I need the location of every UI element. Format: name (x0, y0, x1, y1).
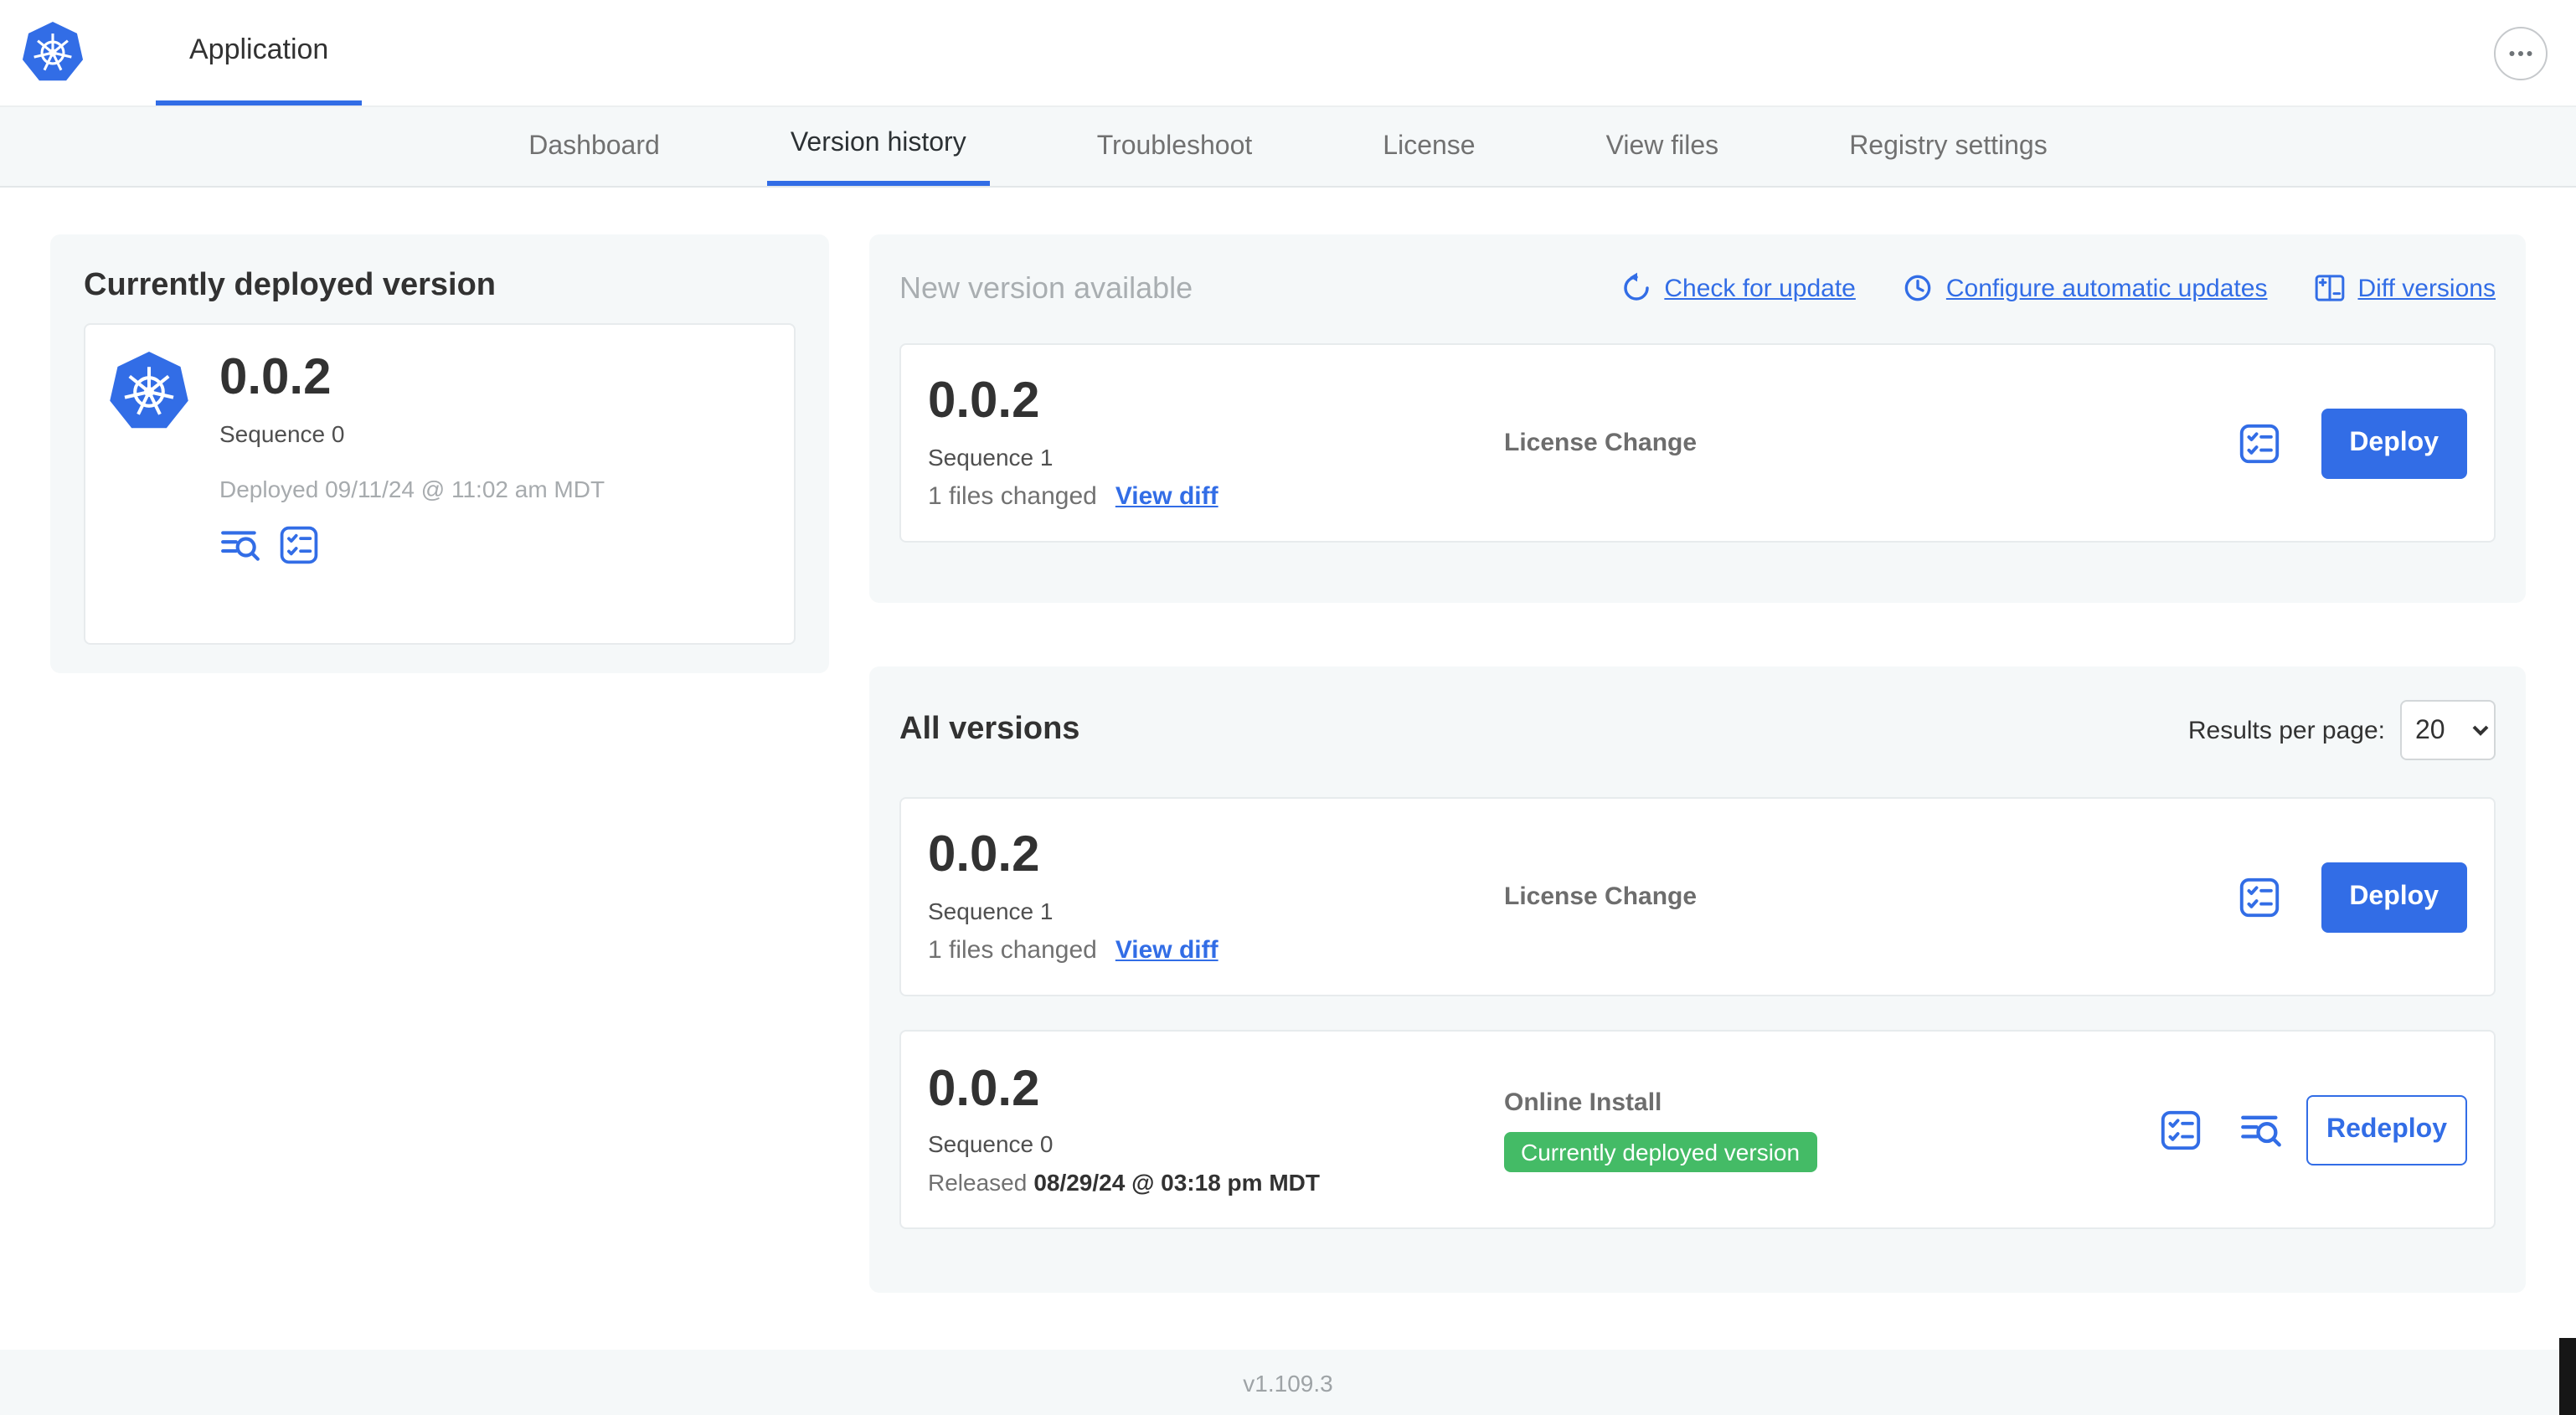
new-version-header: New version available Check for update C… (899, 268, 2496, 308)
scrollbar-thumb[interactable] (2559, 1338, 2576, 1415)
release-notes-icon[interactable] (219, 523, 261, 565)
tab-version-history[interactable]: Version history (766, 107, 990, 186)
version-source-block: License Change (1504, 882, 2237, 911)
new-version-panel: New version available Check for update C… (869, 234, 2526, 603)
config-checklist-icon[interactable] (2159, 1108, 2202, 1151)
version-source-block: Online Install Currently deployed versio… (1504, 1088, 2159, 1171)
current-version-number: 0.0.2 (219, 350, 332, 405)
more-options-button[interactable] (2494, 26, 2548, 80)
version-history-column: New version available Check for update C… (869, 234, 2526, 1293)
version-info-block: 0.0.2 Sequence 1 1 files changed View di… (928, 827, 1504, 965)
version-number: 0.0.2 (928, 1061, 1040, 1117)
version-source-block: License Change (1504, 429, 2237, 457)
diff-versions-label: Diff versions (2357, 274, 2496, 302)
version-number: 0.0.2 (928, 827, 1040, 883)
update-actions: Check for update Configure automatic upd… (1619, 271, 2496, 305)
version-sequence: Sequence 1 (928, 897, 1054, 924)
deploy-button[interactable]: Deploy (2321, 408, 2467, 478)
check-for-update-label: Check for update (1664, 274, 1856, 302)
released-line: Released 08/29/24 @ 03:18 pm MDT (928, 1170, 1504, 1196)
version-number: 0.0.2 (928, 373, 1040, 430)
results-per-page-label: Results per page: (2187, 716, 2385, 744)
current-version-sequence: Sequence 0 (219, 419, 345, 446)
files-changed-text: 1 files changed (928, 935, 1097, 965)
results-per-page-select[interactable]: 20 (2400, 700, 2496, 760)
app-tab[interactable]: Application (156, 0, 363, 105)
all-versions-title: All versions (899, 712, 1080, 747)
currently-deployed-title: Currently deployed version (84, 268, 497, 303)
version-row: 0.0.2 Sequence 0 Released 08/29/24 @ 03:1… (899, 1030, 2496, 1229)
all-versions-header: All versions Results per page: 20 (899, 700, 2496, 760)
section-nav: Dashboard Version history Troubleshoot L… (0, 107, 2576, 188)
version-info-block: 0.0.2 Sequence 0 Released 08/29/24 @ 03:1… (928, 1063, 1504, 1196)
version-info-block: 0.0.2 Sequence 1 1 files changed View di… (928, 373, 1504, 511)
version-sequence: Sequence 1 (928, 443, 1054, 471)
results-per-page: Results per page: 20 (2188, 700, 2496, 760)
config-checklist-icon[interactable] (278, 523, 320, 565)
config-checklist-icon[interactable] (2237, 421, 2280, 465)
redeploy-button[interactable]: Redeploy (2306, 1094, 2467, 1165)
view-diff-link[interactable]: View diff (1115, 482, 1218, 511)
files-changed-line: 1 files changed View diff (928, 936, 1504, 965)
all-versions-panel: All versions Results per page: 20 0.0.2 … (869, 666, 2526, 1293)
clock-icon (1901, 271, 1935, 305)
version-row: 0.0.2 Sequence 1 1 files changed View di… (899, 797, 2496, 996)
tab-view-files[interactable]: View files (1583, 107, 1743, 186)
version-sequence: Sequence 0 (928, 1130, 1054, 1158)
release-notes-icon[interactable] (2239, 1108, 2283, 1151)
files-changed-line: 1 files changed View diff (928, 482, 1504, 511)
released-date: 08/29/24 @ 03:18 pm MDT (1033, 1169, 1320, 1196)
config-checklist-icon[interactable] (2237, 875, 2280, 918)
tab-troubleshoot[interactable]: Troubleshoot (1074, 107, 1276, 186)
version-source: Online Install (1504, 1088, 1662, 1116)
tab-license[interactable]: License (1359, 107, 1498, 186)
current-version-actions (219, 523, 605, 565)
released-prefix: Released (928, 1169, 1028, 1196)
check-for-update-link[interactable]: Check for update (1619, 271, 1856, 305)
deploy-button[interactable]: Deploy (2321, 862, 2467, 932)
kubernetes-logo-icon (22, 22, 84, 84)
version-source: License Change (1504, 429, 1698, 457)
tab-registry-settings[interactable]: Registry settings (1826, 107, 2071, 186)
currently-deployed-panel: Currently deployed version 0.0.2 Sequenc… (50, 234, 829, 673)
view-diff-link[interactable]: View diff (1115, 936, 1218, 965)
row-actions: Deploy (2237, 408, 2467, 478)
tab-dashboard[interactable]: Dashboard (505, 107, 683, 186)
current-version-info: 0.0.2 Sequence 0 Deployed 09/11/24 @ 11:… (219, 352, 605, 616)
diff-versions-link[interactable]: Diff versions (2312, 271, 2496, 305)
app-logo (22, 0, 84, 105)
top-bar: Application (0, 0, 2576, 107)
row-actions: Redeploy (2159, 1094, 2467, 1165)
ellipsis-icon (2506, 38, 2536, 68)
deployed-timestamp: Deployed 09/11/24 @ 11:02 am MDT (219, 475, 605, 502)
app-window: Application Dashboard Version history Tr… (0, 0, 2576, 1415)
main-content: Currently deployed version 0.0.2 Sequenc… (0, 188, 2576, 1293)
new-version-title: New version available (899, 271, 1193, 305)
admin-console-version: v1.109.3 (1243, 1369, 1333, 1396)
refresh-icon (1619, 271, 1652, 305)
new-version-row: 0.0.2 Sequence 1 1 files changed View di… (899, 343, 2496, 543)
configure-automatic-updates-label: Configure automatic updates (1945, 274, 2268, 302)
currently-deployed-badge: Currently deployed version (1504, 1131, 1817, 1171)
footer: v1.109.3 (0, 1350, 2576, 1415)
files-changed-text: 1 files changed (928, 481, 1097, 511)
current-version-card: 0.0.2 Sequence 0 Deployed 09/11/24 @ 11:… (84, 323, 796, 645)
version-source: License Change (1504, 882, 1698, 911)
kubernetes-icon (109, 352, 189, 432)
diff-icon (2312, 271, 2346, 305)
configure-automatic-updates-link[interactable]: Configure automatic updates (1901, 271, 2268, 305)
row-actions: Deploy (2237, 862, 2467, 932)
